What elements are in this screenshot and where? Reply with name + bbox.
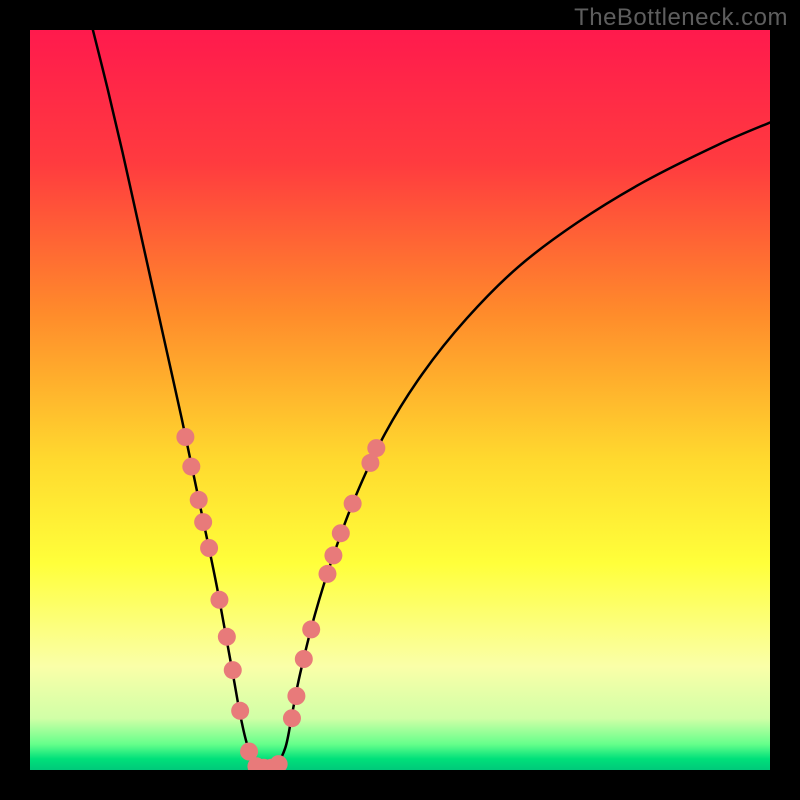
marker-dot — [218, 628, 236, 646]
marker-dot — [324, 546, 342, 564]
marker-dot — [295, 650, 313, 668]
marker-dot — [182, 458, 200, 476]
marker-dot — [194, 513, 212, 531]
marker-dot — [287, 687, 305, 705]
marker-dot — [176, 428, 194, 446]
marker-dot — [283, 709, 301, 727]
marker-dot — [210, 591, 228, 609]
watermark-label: TheBottleneck.com — [574, 4, 788, 32]
marker-dot — [367, 439, 385, 457]
marker-dot — [200, 539, 218, 557]
marker-dot — [332, 524, 350, 542]
marker-dot — [344, 495, 362, 513]
marker-dot — [224, 661, 242, 679]
marker-dot — [190, 491, 208, 509]
marker-dot — [231, 702, 249, 720]
bottleneck-chart — [30, 30, 770, 770]
marker-dot — [302, 620, 320, 638]
gradient-background — [30, 30, 770, 770]
chart-frame: TheBottleneck.com — [0, 0, 800, 800]
marker-dot — [318, 565, 336, 583]
